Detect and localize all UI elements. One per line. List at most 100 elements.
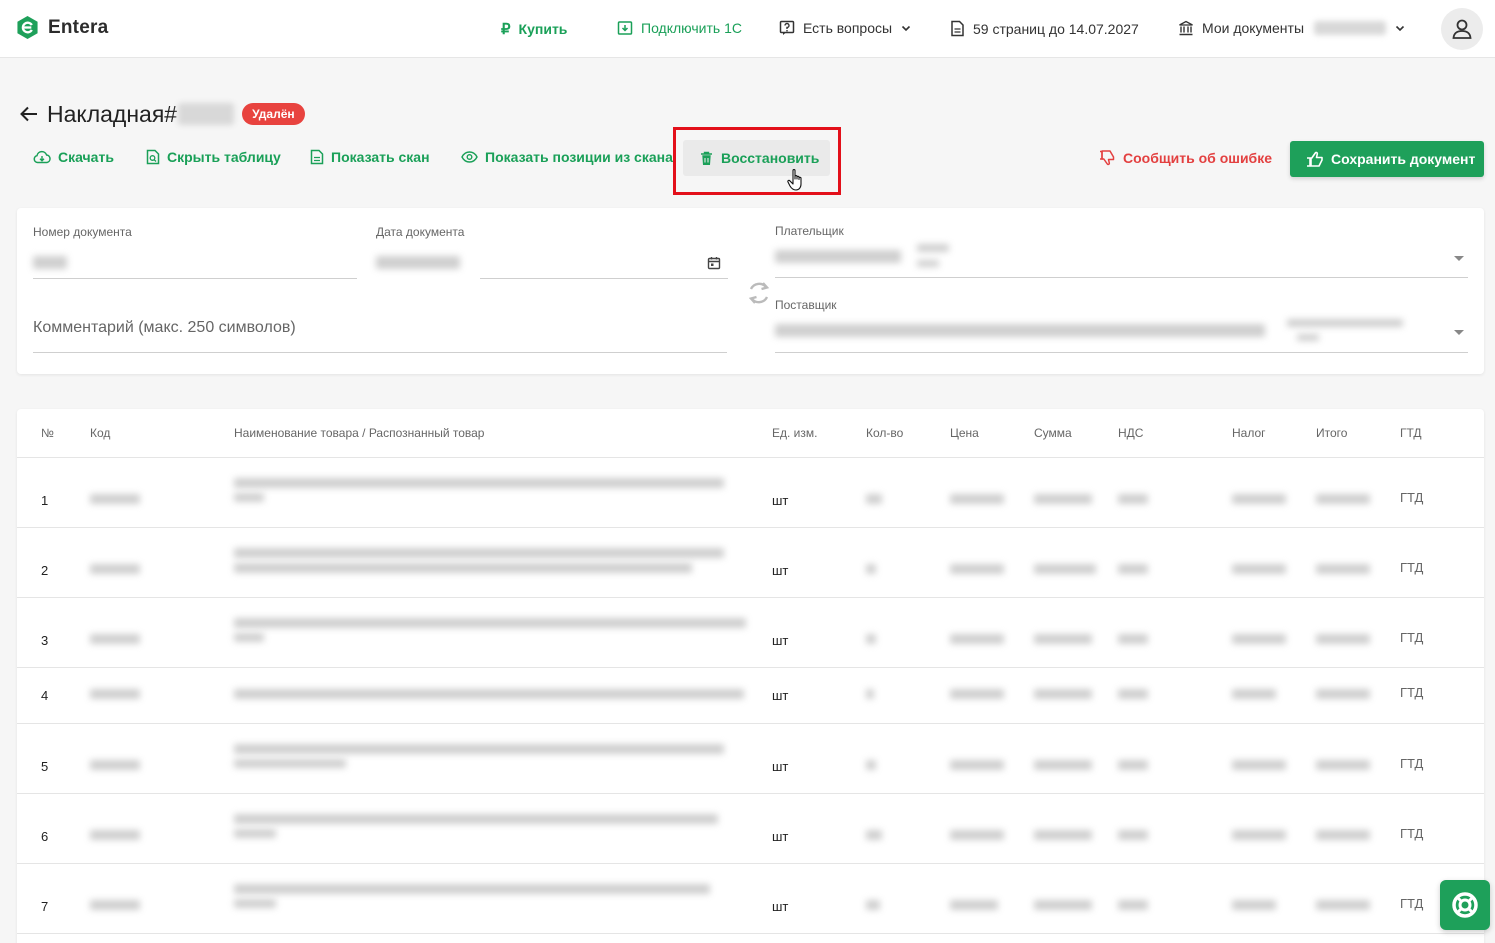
- sum-cell[interactable]: [1034, 689, 1092, 699]
- total-cell[interactable]: [1316, 760, 1370, 770]
- table-row[interactable]: 5 шт ГТД: [17, 724, 1484, 794]
- questions-dropdown[interactable]: Есть вопросы: [779, 20, 912, 36]
- vat-cell[interactable]: [1118, 830, 1148, 840]
- buy-link[interactable]: ₽ Купить: [501, 20, 567, 38]
- gtd-cell[interactable]: ГТД: [1400, 896, 1423, 911]
- item-name[interactable]: [234, 493, 264, 502]
- vat-cell[interactable]: [1118, 494, 1148, 504]
- save-document-button[interactable]: Сохранить документ: [1290, 141, 1484, 177]
- unit-cell[interactable]: шт: [772, 493, 788, 508]
- total-cell[interactable]: [1316, 494, 1370, 504]
- pages-quota[interactable]: 59 страниц до 14.07.2027: [950, 20, 1139, 37]
- item-name[interactable]: [234, 563, 692, 573]
- vat-cell[interactable]: [1118, 689, 1148, 699]
- item-name[interactable]: [234, 548, 724, 558]
- unit-cell[interactable]: шт: [772, 899, 788, 914]
- item-name[interactable]: [234, 884, 710, 894]
- unit-cell[interactable]: шт: [772, 759, 788, 774]
- doc-number-field[interactable]: [33, 256, 67, 269]
- item-name[interactable]: [234, 633, 264, 642]
- swap-parties-icon[interactable]: [746, 278, 772, 308]
- gtd-cell[interactable]: ГТД: [1400, 490, 1423, 505]
- price-cell[interactable]: [950, 760, 1004, 770]
- item-code[interactable]: [90, 689, 140, 699]
- vat-cell[interactable]: [1118, 760, 1148, 770]
- back-arrow-icon[interactable]: [18, 103, 40, 125]
- tax-cell[interactable]: [1232, 900, 1276, 910]
- quantity-cell[interactable]: [866, 830, 882, 840]
- tax-cell[interactable]: [1232, 564, 1286, 574]
- download-button[interactable]: Скачать: [33, 149, 114, 165]
- total-cell[interactable]: [1316, 830, 1370, 840]
- tax-cell[interactable]: [1232, 760, 1286, 770]
- item-name[interactable]: [234, 759, 346, 768]
- quantity-cell[interactable]: [866, 900, 880, 910]
- price-cell[interactable]: [950, 900, 998, 910]
- sum-cell[interactable]: [1034, 900, 1092, 910]
- price-cell[interactable]: [950, 564, 1004, 574]
- total-cell[interactable]: [1316, 564, 1370, 574]
- table-row[interactable]: 4 шт ГТД: [17, 668, 1484, 724]
- item-name[interactable]: [234, 744, 724, 754]
- price-cell[interactable]: [950, 830, 1004, 840]
- item-name[interactable]: [234, 829, 276, 838]
- sum-cell[interactable]: [1034, 830, 1092, 840]
- tax-cell[interactable]: [1232, 494, 1286, 504]
- table-row[interactable]: 7 шт ГТД: [17, 864, 1484, 934]
- price-cell[interactable]: [950, 494, 1004, 504]
- tax-cell[interactable]: [1232, 634, 1286, 644]
- table-row[interactable]: 6 шт ГТД: [17, 794, 1484, 864]
- gtd-cell[interactable]: ГТД: [1400, 630, 1423, 645]
- item-name[interactable]: [234, 814, 718, 824]
- total-cell[interactable]: [1316, 634, 1370, 644]
- quantity-cell[interactable]: [866, 564, 876, 574]
- quantity-cell[interactable]: [866, 494, 882, 504]
- quantity-cell[interactable]: [866, 634, 876, 644]
- item-name[interactable]: [234, 618, 746, 628]
- gtd-cell[interactable]: ГТД: [1400, 560, 1423, 575]
- tax-cell[interactable]: [1232, 689, 1276, 699]
- hide-table-button[interactable]: Скрыть таблицу: [146, 149, 281, 165]
- payer-field[interactable]: [775, 250, 901, 263]
- total-cell[interactable]: [1316, 689, 1370, 699]
- vat-cell[interactable]: [1118, 564, 1148, 574]
- item-code[interactable]: [90, 830, 140, 840]
- gtd-cell[interactable]: ГТД: [1400, 826, 1423, 841]
- logo[interactable]: Entera: [16, 15, 108, 40]
- vat-cell[interactable]: [1118, 634, 1148, 644]
- sum-cell[interactable]: [1034, 760, 1092, 770]
- gtd-cell[interactable]: ГТД: [1400, 685, 1423, 700]
- item-name[interactable]: [234, 689, 744, 699]
- tax-cell[interactable]: [1232, 830, 1286, 840]
- item-name[interactable]: [234, 899, 276, 908]
- unit-cell[interactable]: шт: [772, 563, 788, 578]
- item-code[interactable]: [90, 564, 140, 574]
- show-positions-button[interactable]: Показать позиции из скана: [461, 149, 673, 165]
- item-code[interactable]: [90, 634, 140, 644]
- my-documents-dropdown[interactable]: Мои документы: [1178, 20, 1406, 36]
- item-code[interactable]: [90, 900, 140, 910]
- sum-cell[interactable]: [1034, 494, 1092, 504]
- item-code[interactable]: [90, 494, 140, 504]
- comment-input[interactable]: Комментарий (макс. 250 символов): [33, 319, 296, 337]
- supplier-field[interactable]: [775, 324, 1265, 337]
- unit-cell[interactable]: шт: [772, 829, 788, 844]
- item-code[interactable]: [90, 760, 140, 770]
- connect-1c-link[interactable]: Подключить 1С: [617, 20, 742, 36]
- restore-button[interactable]: Восстановить: [683, 140, 830, 176]
- price-cell[interactable]: [950, 689, 1004, 699]
- price-cell[interactable]: [950, 634, 1004, 644]
- show-scan-button[interactable]: Показать скан: [310, 149, 430, 165]
- table-row[interactable]: 2 шт ГТД: [17, 528, 1484, 598]
- total-cell[interactable]: [1316, 900, 1370, 910]
- gtd-cell[interactable]: ГТД: [1400, 756, 1423, 771]
- table-row[interactable]: 1 шт ГТД: [17, 458, 1484, 528]
- unit-cell[interactable]: шт: [772, 633, 788, 648]
- supplier-dropdown-arrow-icon[interactable]: [1454, 330, 1464, 335]
- sum-cell[interactable]: [1034, 634, 1092, 644]
- item-name[interactable]: [234, 478, 724, 488]
- vat-cell[interactable]: [1118, 900, 1148, 910]
- payer-dropdown-arrow-icon[interactable]: [1454, 256, 1464, 261]
- doc-date-field[interactable]: [376, 256, 460, 269]
- sum-cell[interactable]: [1034, 564, 1096, 574]
